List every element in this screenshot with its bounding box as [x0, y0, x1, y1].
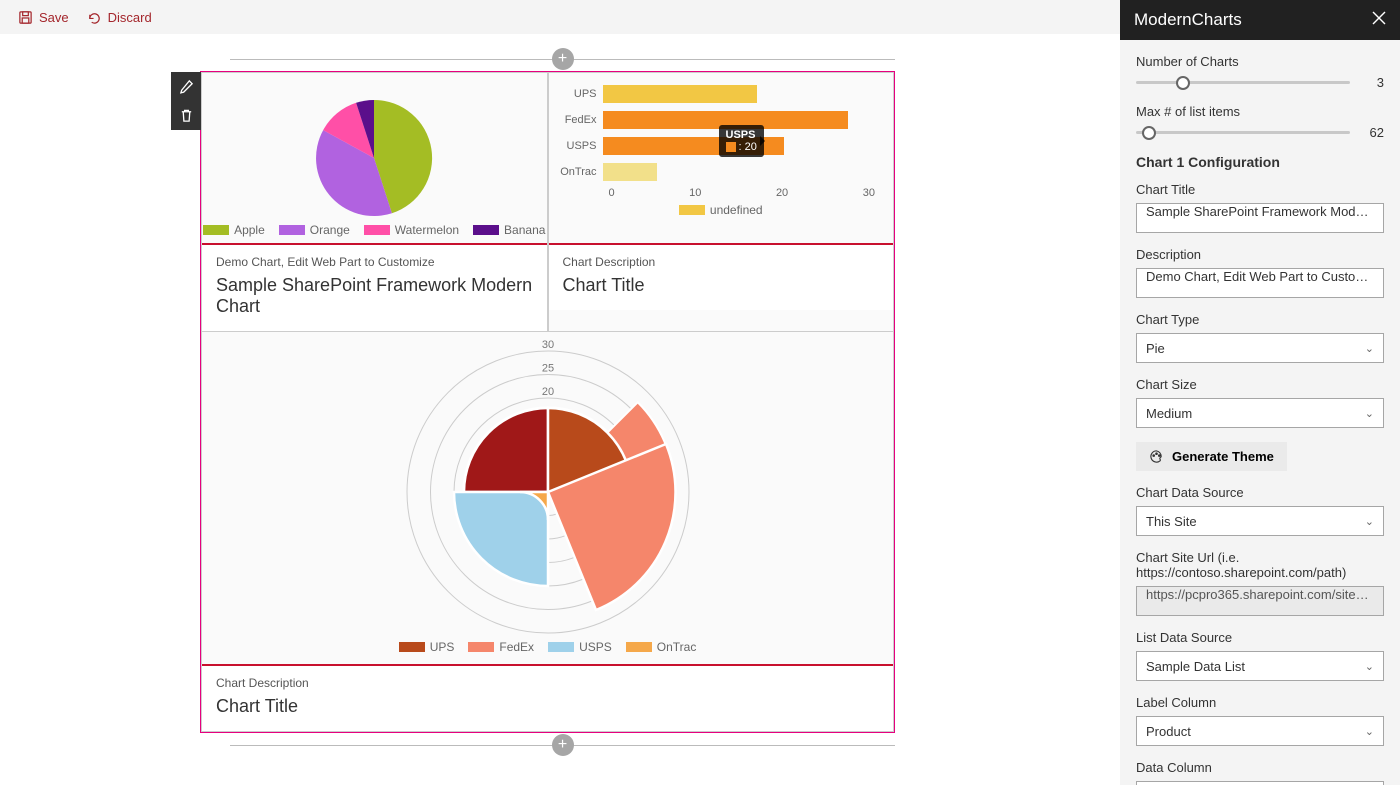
legend-fedex: FedEx: [499, 640, 534, 654]
chart-card-pie: Apple Orange Watermelon Banana Demo Char…: [201, 72, 548, 332]
discard-label: Discard: [108, 10, 152, 25]
bar-x-axis: 0102030: [609, 185, 876, 199]
list-source-label: List Data Source: [1136, 630, 1384, 645]
panel-title: ModernCharts: [1134, 10, 1242, 30]
add-section-bottom: +: [230, 733, 895, 757]
num-charts-slider[interactable]: [1136, 81, 1350, 84]
max-items-slider[interactable]: [1136, 131, 1350, 134]
trash-icon: [179, 108, 194, 123]
property-pane: ModernCharts Number of Charts 3 Max # of…: [1120, 0, 1400, 785]
chevron-down-icon: ⌄: [1365, 407, 1374, 420]
legend-usps: USPS: [579, 640, 612, 654]
max-items-label: Max # of list items: [1136, 104, 1384, 119]
bar-tooltip: USPS : 20: [719, 125, 764, 157]
add-section-top: +: [230, 47, 895, 71]
palette-icon: [1149, 449, 1164, 464]
label-column-select[interactable]: Product⌄: [1136, 716, 1384, 746]
bar-legend: undefined: [549, 203, 894, 223]
webpart-selected[interactable]: Apple Orange Watermelon Banana Demo Char…: [200, 71, 895, 733]
chart-size-select[interactable]: Medium⌄: [1136, 398, 1384, 428]
data-column-label: Data Column: [1136, 760, 1384, 775]
legend-apple: Apple: [234, 223, 265, 237]
bar-label-ups: UPS: [557, 88, 603, 100]
save-icon: [18, 10, 33, 25]
bar-label-ontrac: OnTrac: [557, 166, 603, 178]
close-icon: [1372, 11, 1386, 25]
num-charts-value: 3: [1364, 75, 1384, 90]
chart-type-select[interactable]: Pie⌄: [1136, 333, 1384, 363]
polar-final: [348, 338, 748, 638]
chart-type-label: Chart Type: [1136, 312, 1384, 327]
description-input[interactable]: Demo Chart, Edit Web Part to Customize: [1136, 268, 1384, 298]
chart-title-label: Chart Title: [1136, 182, 1384, 197]
chevron-down-icon: ⌄: [1365, 660, 1374, 673]
legend-ups: UPS: [430, 640, 455, 654]
chart-size-label: Chart Size: [1136, 377, 1384, 392]
chart-card-bar: UPS FedEx USPS OnTrac 0102030 USPS : 20: [548, 72, 895, 332]
generate-theme-button[interactable]: Generate Theme: [1136, 442, 1287, 471]
list-source-select[interactable]: Sample Data List⌄: [1136, 651, 1384, 681]
bar-label-fedex: FedEx: [557, 114, 603, 126]
add-section-button-bottom[interactable]: +: [552, 734, 574, 756]
discard-button[interactable]: Discard: [87, 10, 152, 25]
legend-orange: Orange: [310, 223, 350, 237]
label-column-label: Label Column: [1136, 695, 1384, 710]
polar-description: Chart Description: [216, 676, 879, 690]
section-chart1: Chart 1 Configuration: [1136, 154, 1384, 170]
bar-title: Chart Title: [563, 275, 880, 296]
panel-header: ModernCharts: [1120, 0, 1400, 40]
pie-description: Demo Chart, Edit Web Part to Customize: [216, 255, 533, 269]
undo-icon: [87, 10, 102, 25]
save-label: Save: [39, 10, 69, 25]
chevron-down-icon: ⌄: [1365, 725, 1374, 738]
chart-title-input[interactable]: Sample SharePoint Framework Modern C…: [1136, 203, 1384, 233]
legend-undefined: undefined: [710, 203, 763, 217]
bar-label-usps: USPS: [557, 140, 603, 152]
data-source-label: Chart Data Source: [1136, 485, 1384, 500]
site-url-input: https://pcpro365.sharepoint.com/sites/p…: [1136, 586, 1384, 616]
save-button[interactable]: Save: [18, 10, 69, 25]
max-items-value: 62: [1364, 125, 1384, 140]
data-column-select[interactable]: Order Quantity⌄: [1136, 781, 1384, 785]
description-label: Description: [1136, 247, 1384, 262]
polar-title: Chart Title: [216, 696, 879, 717]
chart-card-polar: 30 25 20: [201, 332, 894, 732]
legend-ontrac: OnTrac: [657, 640, 697, 654]
num-charts-label: Number of Charts: [1136, 54, 1384, 69]
chevron-down-icon: ⌄: [1365, 515, 1374, 528]
data-source-select[interactable]: This Site⌄: [1136, 506, 1384, 536]
pie-chart: [309, 93, 439, 217]
chevron-down-icon: ⌄: [1365, 342, 1374, 355]
legend-banana: Banana: [504, 223, 545, 237]
page-canvas: +: [0, 34, 1120, 785]
close-panel-button[interactable]: [1372, 11, 1386, 30]
delete-webpart-button[interactable]: [171, 101, 201, 130]
pie-legend: Apple Orange Watermelon Banana: [203, 223, 545, 243]
polar-legend: UPS FedEx USPS OnTrac: [399, 640, 697, 660]
pie-title: Sample SharePoint Framework Modern Chart: [216, 275, 533, 317]
add-section-button[interactable]: +: [552, 48, 574, 70]
pencil-icon: [179, 79, 194, 94]
legend-watermelon: Watermelon: [395, 223, 459, 237]
webpart-toolbar: [171, 72, 201, 130]
chart-row-1: Apple Orange Watermelon Banana Demo Char…: [201, 72, 894, 332]
bar-description: Chart Description: [563, 255, 880, 269]
edit-webpart-button[interactable]: [171, 72, 201, 101]
site-url-label: Chart Site Url (i.e. https://contoso.sha…: [1136, 550, 1384, 580]
